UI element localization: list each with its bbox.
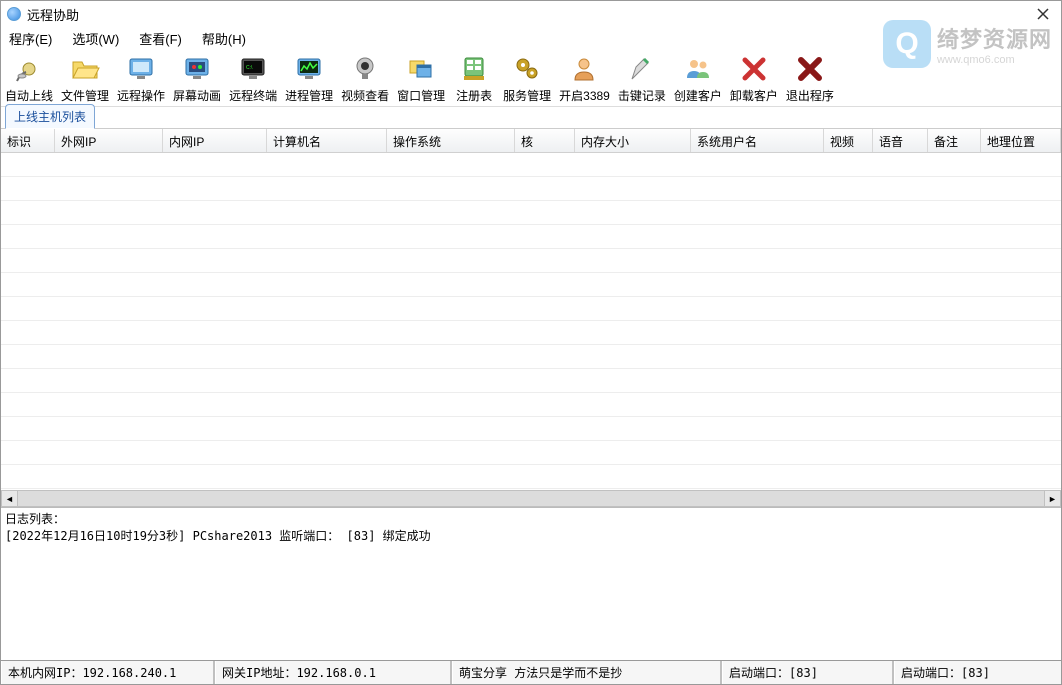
status-port-value: [83] xyxy=(789,666,818,680)
tool-label: 屏幕动画 xyxy=(173,87,221,104)
tool-process-manager[interactable]: 进程管理 xyxy=(281,50,337,106)
windows-icon xyxy=(405,53,437,85)
statusbar: 本机内网IP： 192.168.240.1 网关IP地址： 192.168.0.… xyxy=(1,660,1061,684)
status-gwip-value: 192.168.0.1 xyxy=(296,666,375,680)
status-port: 启动端口： [83] xyxy=(722,661,894,684)
tool-label: 退出程序 xyxy=(786,87,834,104)
tool-remote-op[interactable]: 远程操作 xyxy=(113,50,169,106)
col-os[interactable]: 操作系统 xyxy=(387,129,515,152)
gears-icon xyxy=(511,53,543,85)
status-lanip-label: 本机内网IP： xyxy=(8,664,82,681)
tool-label: 进程管理 xyxy=(285,87,333,104)
col-lanip[interactable]: 内网IP xyxy=(163,129,267,152)
tool-auto-online[interactable]: 自动上线 xyxy=(1,50,57,106)
col-memsize[interactable]: 内存大小 xyxy=(575,129,691,152)
tab-strip: 上线主机列表 xyxy=(1,107,1061,129)
folder-icon xyxy=(69,53,101,85)
col-hostname[interactable]: 计算机名 xyxy=(267,129,387,152)
tool-label: 文件管理 xyxy=(61,87,109,104)
tool-registry[interactable]: 注册表 xyxy=(449,50,499,106)
menu-view[interactable]: 查看(F) xyxy=(135,27,186,50)
webcam-icon xyxy=(349,53,381,85)
status-port2-value: [83] xyxy=(961,666,990,680)
toolbar: 自动上线 文件管理 远程操作 屏幕动画 C:\ 远程终端 进程管理 视频查看 窗 xyxy=(1,49,1061,107)
remove-icon xyxy=(738,53,770,85)
tool-label: 开启3389 xyxy=(559,87,610,104)
user-icon xyxy=(568,53,600,85)
col-flag[interactable]: 标识 xyxy=(1,129,55,152)
status-gwip-label: 网关IP地址： xyxy=(222,664,296,681)
menu-options[interactable]: 选项(W) xyxy=(68,27,123,50)
tool-keylog[interactable]: 击键记录 xyxy=(614,50,670,106)
svg-text:C:\: C:\ xyxy=(246,65,253,71)
col-sysuser[interactable]: 系统用户名 xyxy=(691,129,824,152)
log-area[interactable]: 日志列表： [2022年12月16日10时19分3秒] PCshare2013 … xyxy=(1,507,1061,660)
menubar: 程序(E) 选项(W) 查看(F) 帮助(H) xyxy=(1,27,1061,49)
tool-uninstall-client[interactable]: 卸载客户 xyxy=(726,50,782,106)
scroll-left-icon[interactable]: ◄ xyxy=(1,490,18,507)
tool-label: 击键记录 xyxy=(618,87,666,104)
exit-icon xyxy=(794,53,826,85)
table-area: 标识 外网IP 内网IP 计算机名 操作系统 核 内存大小 系统用户名 视频 语… xyxy=(1,129,1061,507)
status-share: 萌宝分享 方法只是学而不是抄 xyxy=(452,661,722,684)
log-line: [2022年12月16日10时19分3秒] PCshare2013 监听端口： … xyxy=(5,527,1057,544)
tool-window-manager[interactable]: 窗口管理 xyxy=(393,50,449,106)
status-share-text: 萌宝分享 方法只是学而不是抄 xyxy=(459,664,622,681)
tool-label: 视频查看 xyxy=(341,87,389,104)
close-button[interactable] xyxy=(1031,4,1055,24)
tool-label: 远程终端 xyxy=(229,87,277,104)
titlebar: 远程协助 xyxy=(1,1,1061,27)
col-note[interactable]: 备注 xyxy=(928,129,981,152)
col-audio[interactable]: 语音 xyxy=(873,129,928,152)
status-port2-label: 启动端口： xyxy=(901,664,961,681)
status-port2: 启动端口： [83] xyxy=(894,661,1061,684)
log-header: 日志列表： xyxy=(5,510,1057,527)
tool-video-view[interactable]: 视频查看 xyxy=(337,50,393,106)
tool-exit[interactable]: 退出程序 xyxy=(782,50,838,106)
scroll-track[interactable] xyxy=(18,490,1044,507)
col-core[interactable]: 核 xyxy=(515,129,575,152)
registry-icon xyxy=(458,53,490,85)
tool-label: 自动上线 xyxy=(5,87,53,104)
satellite-icon xyxy=(13,53,45,85)
status-lanip-value: 192.168.240.1 xyxy=(82,666,176,680)
horizontal-scrollbar[interactable]: ◄ ► xyxy=(1,490,1061,507)
close-icon xyxy=(1036,7,1050,21)
table-header: 标识 外网IP 内网IP 计算机名 操作系统 核 内存大小 系统用户名 视频 语… xyxy=(1,129,1061,153)
monitor-icon xyxy=(125,53,157,85)
task-icon xyxy=(293,53,325,85)
scroll-right-icon[interactable]: ► xyxy=(1044,490,1061,507)
status-port-label: 启动端口： xyxy=(729,664,789,681)
tool-create-client[interactable]: 创建客户 xyxy=(670,50,726,106)
row-lines xyxy=(1,153,1061,490)
tool-remote-terminal[interactable]: C:\ 远程终端 xyxy=(225,50,281,106)
table-body[interactable] xyxy=(1,153,1061,490)
terminal-icon: C:\ xyxy=(237,53,269,85)
app-icon xyxy=(7,7,21,21)
users-icon xyxy=(682,53,714,85)
tool-label: 窗口管理 xyxy=(397,87,445,104)
tool-label: 创建客户 xyxy=(674,87,722,104)
status-gwip: 网关IP地址： 192.168.0.1 xyxy=(215,661,452,684)
col-wanip[interactable]: 外网IP xyxy=(55,129,163,152)
screen-icon xyxy=(181,53,213,85)
tool-open-3389[interactable]: 开启3389 xyxy=(555,50,614,106)
tool-label: 注册表 xyxy=(456,87,492,104)
menu-program[interactable]: 程序(E) xyxy=(5,27,56,50)
title-text: 远程协助 xyxy=(27,5,1031,24)
col-geo[interactable]: 地理位置 xyxy=(981,129,1061,152)
menu-help[interactable]: 帮助(H) xyxy=(198,27,250,50)
col-video[interactable]: 视频 xyxy=(824,129,873,152)
pen-icon xyxy=(626,53,658,85)
tool-label: 服务管理 xyxy=(503,87,551,104)
tab-hostlist[interactable]: 上线主机列表 xyxy=(5,104,95,129)
tool-file-manager[interactable]: 文件管理 xyxy=(57,50,113,106)
status-lanip: 本机内网IP： 192.168.240.1 xyxy=(1,661,215,684)
tool-service-manager[interactable]: 服务管理 xyxy=(499,50,555,106)
tool-label: 卸载客户 xyxy=(730,87,778,104)
tool-screen-anim[interactable]: 屏幕动画 xyxy=(169,50,225,106)
tool-label: 远程操作 xyxy=(117,87,165,104)
